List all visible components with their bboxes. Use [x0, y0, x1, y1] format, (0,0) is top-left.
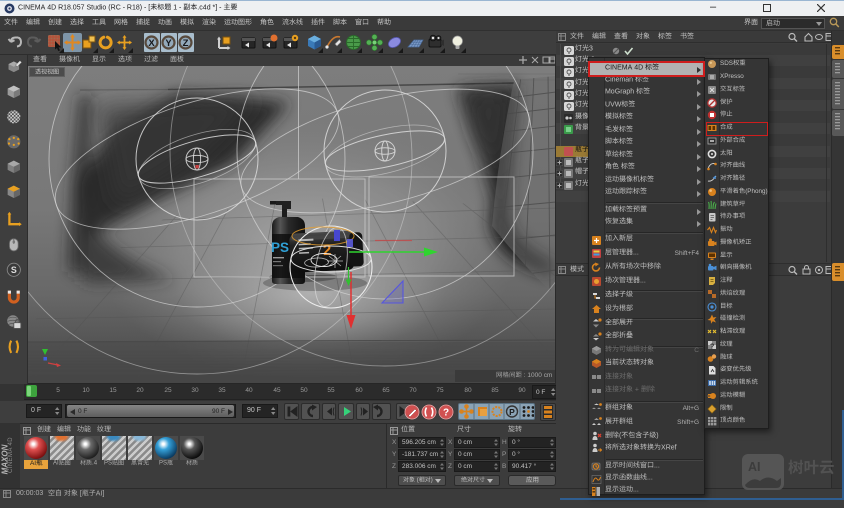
- svg-text:[: [: [148, 4, 150, 11]
- svg-text:1: 1: [173, 4, 177, 11]
- svg-text:X: X: [148, 38, 155, 49]
- svg-text:0: 0: [538, 372, 542, 379]
- svg-text:-: -: [123, 4, 126, 11]
- svg-text:AI: AI: [748, 460, 761, 474]
- svg-text:]: ]: [215, 4, 217, 11]
- svg-text:.: .: [651, 474, 653, 481]
- svg-text:): ): [431, 478, 433, 484]
- svg-text:]: ]: [102, 490, 104, 497]
- svg-text:7: 7: [81, 4, 85, 11]
- svg-text:?: ?: [443, 408, 449, 419]
- svg-text:S: S: [163, 461, 167, 467]
- svg-text:I: I: [57, 461, 59, 467]
- svg-text:o: o: [102, 4, 106, 11]
- svg-text:C: C: [116, 4, 121, 11]
- svg-text:W: W: [615, 101, 622, 108]
- svg-text:n: n: [629, 76, 633, 83]
- svg-text:+: +: [635, 386, 639, 393]
- svg-text:-: -: [219, 4, 222, 11]
- svg-text:): ): [140, 4, 142, 11]
- svg-text:(: (: [619, 432, 622, 439]
- svg-text:h: h: [630, 89, 634, 96]
- svg-text:): ): [766, 188, 768, 195]
- svg-text:.: .: [658, 462, 660, 469]
- svg-text:.: .: [644, 277, 646, 284]
- svg-text:P: P: [509, 407, 515, 417]
- svg-text:S: S: [729, 60, 733, 67]
- svg-text:S: S: [11, 265, 17, 275]
- svg-text:?: ?: [710, 343, 714, 350]
- svg-text:-: -: [179, 4, 182, 11]
- svg-text:Z: Z: [183, 38, 189, 49]
- svg-text:S: S: [108, 461, 112, 467]
- svg-text:m: m: [547, 372, 552, 379]
- svg-text:4: 4: [93, 461, 97, 467]
- svg-text:Y: Y: [165, 38, 172, 49]
- svg-text:(: (: [417, 478, 419, 484]
- svg-text:[: [: [80, 490, 82, 497]
- svg-text:.: .: [637, 249, 639, 256]
- svg-text:): ): [656, 432, 658, 439]
- svg-text:f: f: [675, 444, 677, 451]
- svg-text:3: 3: [589, 45, 593, 52]
- svg-text:o: o: [740, 73, 744, 80]
- svg-text:d: d: [207, 4, 211, 11]
- svg-text:-: -: [144, 4, 147, 11]
- svg-text:PS: PS: [271, 240, 289, 255]
- svg-text:A: A: [41, 4, 46, 11]
- svg-text::: :: [524, 372, 526, 379]
- svg-text:D: D: [51, 4, 56, 11]
- svg-text:.: .: [637, 486, 639, 493]
- svg-text:I: I: [34, 460, 36, 467]
